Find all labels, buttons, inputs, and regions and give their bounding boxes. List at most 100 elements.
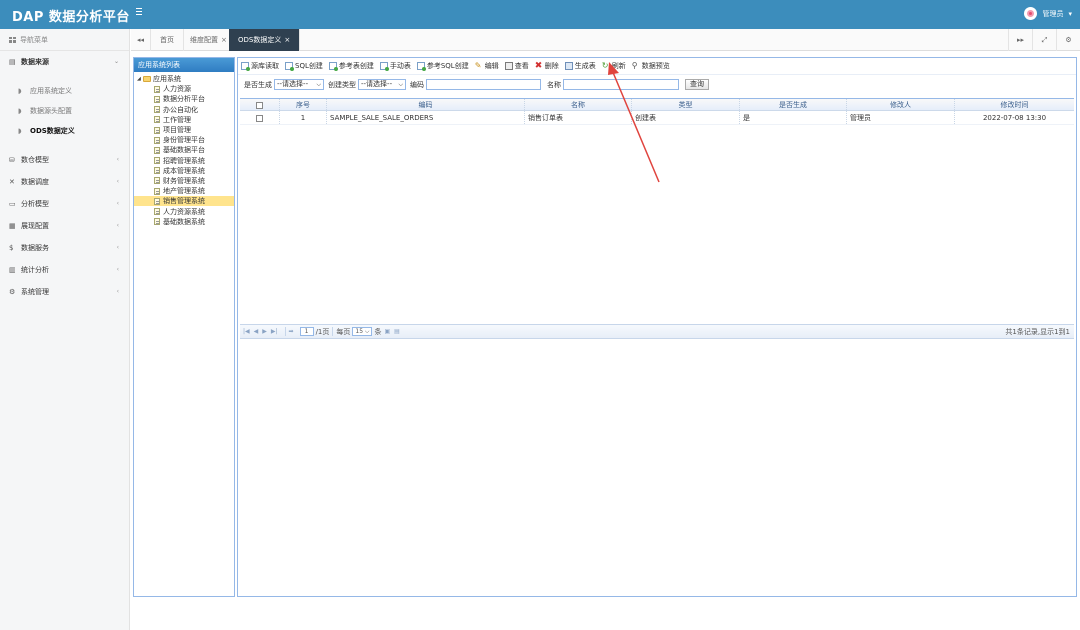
toolbar-button[interactable]: ✖ 删除 (535, 61, 559, 71)
prev-page-icon[interactable]: ◀ (254, 328, 259, 335)
fullscreen-icon[interactable]: ⤢ (1032, 29, 1056, 51)
column-header-code[interactable]: 编码 (327, 99, 525, 110)
column-header-modified-time[interactable]: 修改时间 (955, 99, 1074, 110)
row-checkbox[interactable] (256, 114, 263, 122)
pencil-icon: ✎ (474, 61, 482, 70)
create-type-select[interactable]: --请选择-- ⌵ (358, 79, 406, 90)
annotation-arrow-line (611, 69, 660, 183)
tree-node[interactable]: 工作管理 (134, 115, 234, 125)
delete-icon: ✖ (534, 61, 543, 71)
column-header-index[interactable]: 序号 (280, 99, 327, 110)
tree-node-root[interactable]: ◢ 应用系统 (134, 74, 234, 84)
doc-add-icon (285, 62, 294, 71)
file-icon (154, 95, 160, 103)
per-page-label: 每页 (336, 327, 351, 336)
close-icon[interactable]: × (284, 36, 290, 44)
sidebar-item-data-source-config[interactable]: ◗ 数据源头配置 (0, 101, 129, 121)
tag-icon: ◗ (18, 87, 22, 95)
database-icon: ▤ (9, 57, 16, 66)
header-checkbox-cell (240, 99, 280, 110)
cell-modified-time: 2022-07-08 13:30 (982, 114, 1047, 122)
sidebar-item-app-system[interactable]: ◗ 应用系统定义 (0, 81, 129, 101)
tree-node[interactable]: 数据分析平台 (134, 94, 234, 104)
query-button[interactable]: 查询 (685, 79, 709, 90)
column-header-modifier[interactable]: 修改人 (847, 99, 955, 110)
tree-node[interactable]: 身份管理平台 (134, 135, 234, 145)
sidebar-group-statistics[interactable]: ▥ 统计分析 ‹ (0, 259, 129, 281)
tree-node[interactable]: 基础数据平台 (134, 145, 234, 155)
view-icon (504, 62, 513, 70)
tree-node[interactable]: 地产管理系统 (134, 186, 234, 196)
tree-node[interactable]: 人力资源系统 (134, 206, 234, 216)
sidebar-group-scheduling[interactable]: ✕ 数据调度 ‹ (0, 171, 129, 193)
user-menu[interactable]: 管理员 ▾ (1024, 7, 1072, 20)
sidebar-item-ods-definition[interactable]: ◗ ODS数据定义 (0, 121, 129, 141)
file-icon (154, 126, 160, 134)
gear-icon: ⚙ (9, 287, 16, 296)
toolbar-button[interactable]: SQL创建 (285, 61, 323, 71)
sidebar-group-analysis-model[interactable]: ▭ 分析模型 ‹ (0, 193, 129, 215)
tree-node[interactable]: 财务管理系统 (134, 176, 234, 186)
tree-node-label: 人力资源系统 (163, 207, 205, 216)
tree-node[interactable]: 项目管理 (134, 125, 234, 135)
generated-label: 是否生成 (244, 80, 272, 89)
sidebar-group-display-config[interactable]: ▦ 展现配置 ‹ (0, 215, 129, 237)
app-system-tree-panel: 应用系统列表 ◢ 应用系统 人力资源 数据分析平台 办公自动化 工作管理 项目管理 身份管… (133, 57, 235, 597)
toolbar-button-label: 删除 (544, 62, 559, 70)
select-all-checkbox[interactable] (256, 101, 263, 109)
tag-icon: ◗ (18, 127, 22, 135)
menu-toggle-icon[interactable] (136, 8, 144, 18)
tab-ods-definition[interactable]: ODS数据定义 × (229, 29, 301, 51)
sidebar-group-data-service[interactable]: $ 数据服务 ‹ (0, 237, 129, 259)
total-pages: /1页 (315, 327, 330, 336)
file-icon (154, 197, 160, 205)
tree-node[interactable]: 招聘管理系统 (134, 156, 234, 166)
tab-bar: ◂◂ 首页 维度配置 × ODS数据定义 × ▸▸ ⤢ ⚙ (131, 29, 1080, 51)
toolbar-button-label: 生成表 (574, 62, 596, 70)
close-icon[interactable]: × (221, 36, 227, 44)
go-page-icon[interactable]: ➡ (289, 328, 294, 335)
code-input[interactable] (426, 79, 541, 90)
sidebar-group-warehouse-model[interactable]: ⛁ 数仓模型 ‹ (0, 149, 129, 171)
toolbar-button[interactable]: ✎ 编辑 (475, 61, 499, 71)
file-icon (154, 106, 160, 114)
chevron-left-icon: ‹ (116, 178, 119, 185)
pager: |◀ ◀ ▶ ▶| ➡ 1 /1页 每页 15 ⌵ 条 ▣ ▤ 共1条记录,显示… (240, 324, 1074, 339)
file-icon (154, 146, 160, 154)
tree-node[interactable]: 人力资源 (134, 84, 234, 94)
app-system-tree: ◢ 应用系统 人力资源 数据分析平台 办公自动化 工作管理 项目管理 身份管理平台 基础数据… (134, 72, 234, 227)
generated-select[interactable]: --请选择-- ⌵ (274, 79, 324, 90)
sidebar-group-data-source[interactable]: ▤ 数据来源 ⌄ (0, 51, 129, 73)
gear-icon[interactable]: ⚙ (1056, 29, 1080, 51)
top-header: DAP 数据分析平台 管理员 ▾ (0, 0, 1080, 29)
page-number-input[interactable]: 1 (299, 327, 314, 336)
tree-node[interactable]: 办公自动化 (134, 105, 234, 115)
file-icon (154, 177, 160, 185)
last-page-icon[interactable]: ▶| (271, 328, 278, 335)
per-page-select[interactable]: 15 ⌵ (352, 327, 373, 336)
tree-node[interactable]: 基础数据系统 (134, 217, 234, 227)
tree-node[interactable]: 成本管理系统 (134, 166, 234, 176)
toolbar-button[interactable]: 参考表创建 (328, 61, 374, 71)
chevron-left-icon: ‹ (116, 222, 119, 229)
chevron-left-icon: ‹ (116, 288, 119, 295)
tree-node[interactable]: 销售管理系统 (134, 196, 234, 207)
print-icon[interactable]: ▤ (394, 328, 400, 335)
toolbar-button-label: 手动表 (389, 62, 411, 70)
toolbar-button[interactable]: 查看 (504, 61, 529, 71)
first-page-icon[interactable]: |◀ (243, 328, 250, 335)
chevron-left-icon: ‹ (116, 244, 119, 251)
tab-scroll-right-icon[interactable]: ▸▸ (1008, 29, 1032, 51)
column-header-generated[interactable]: 是否生成 (740, 99, 847, 110)
next-page-icon[interactable]: ▶ (262, 328, 267, 335)
tree-node-label: 数据分析平台 (163, 95, 205, 104)
sidebar-group-system[interactable]: ⚙ 系统管理 ‹ (0, 281, 129, 303)
doc-add-icon (416, 62, 426, 71)
toolbar-button[interactable]: 手动表 (379, 61, 411, 71)
toolbar-button[interactable]: 参考SQL创建 (416, 61, 469, 71)
toolbar-button[interactable]: 源库读取 (241, 61, 279, 71)
tab-home[interactable]: 首页 (151, 29, 184, 51)
tab-scroll-left-icon[interactable]: ◂◂ (131, 29, 151, 51)
toolbar-button[interactable]: 生成表 (564, 61, 596, 71)
export-icon[interactable]: ▣ (384, 328, 390, 335)
